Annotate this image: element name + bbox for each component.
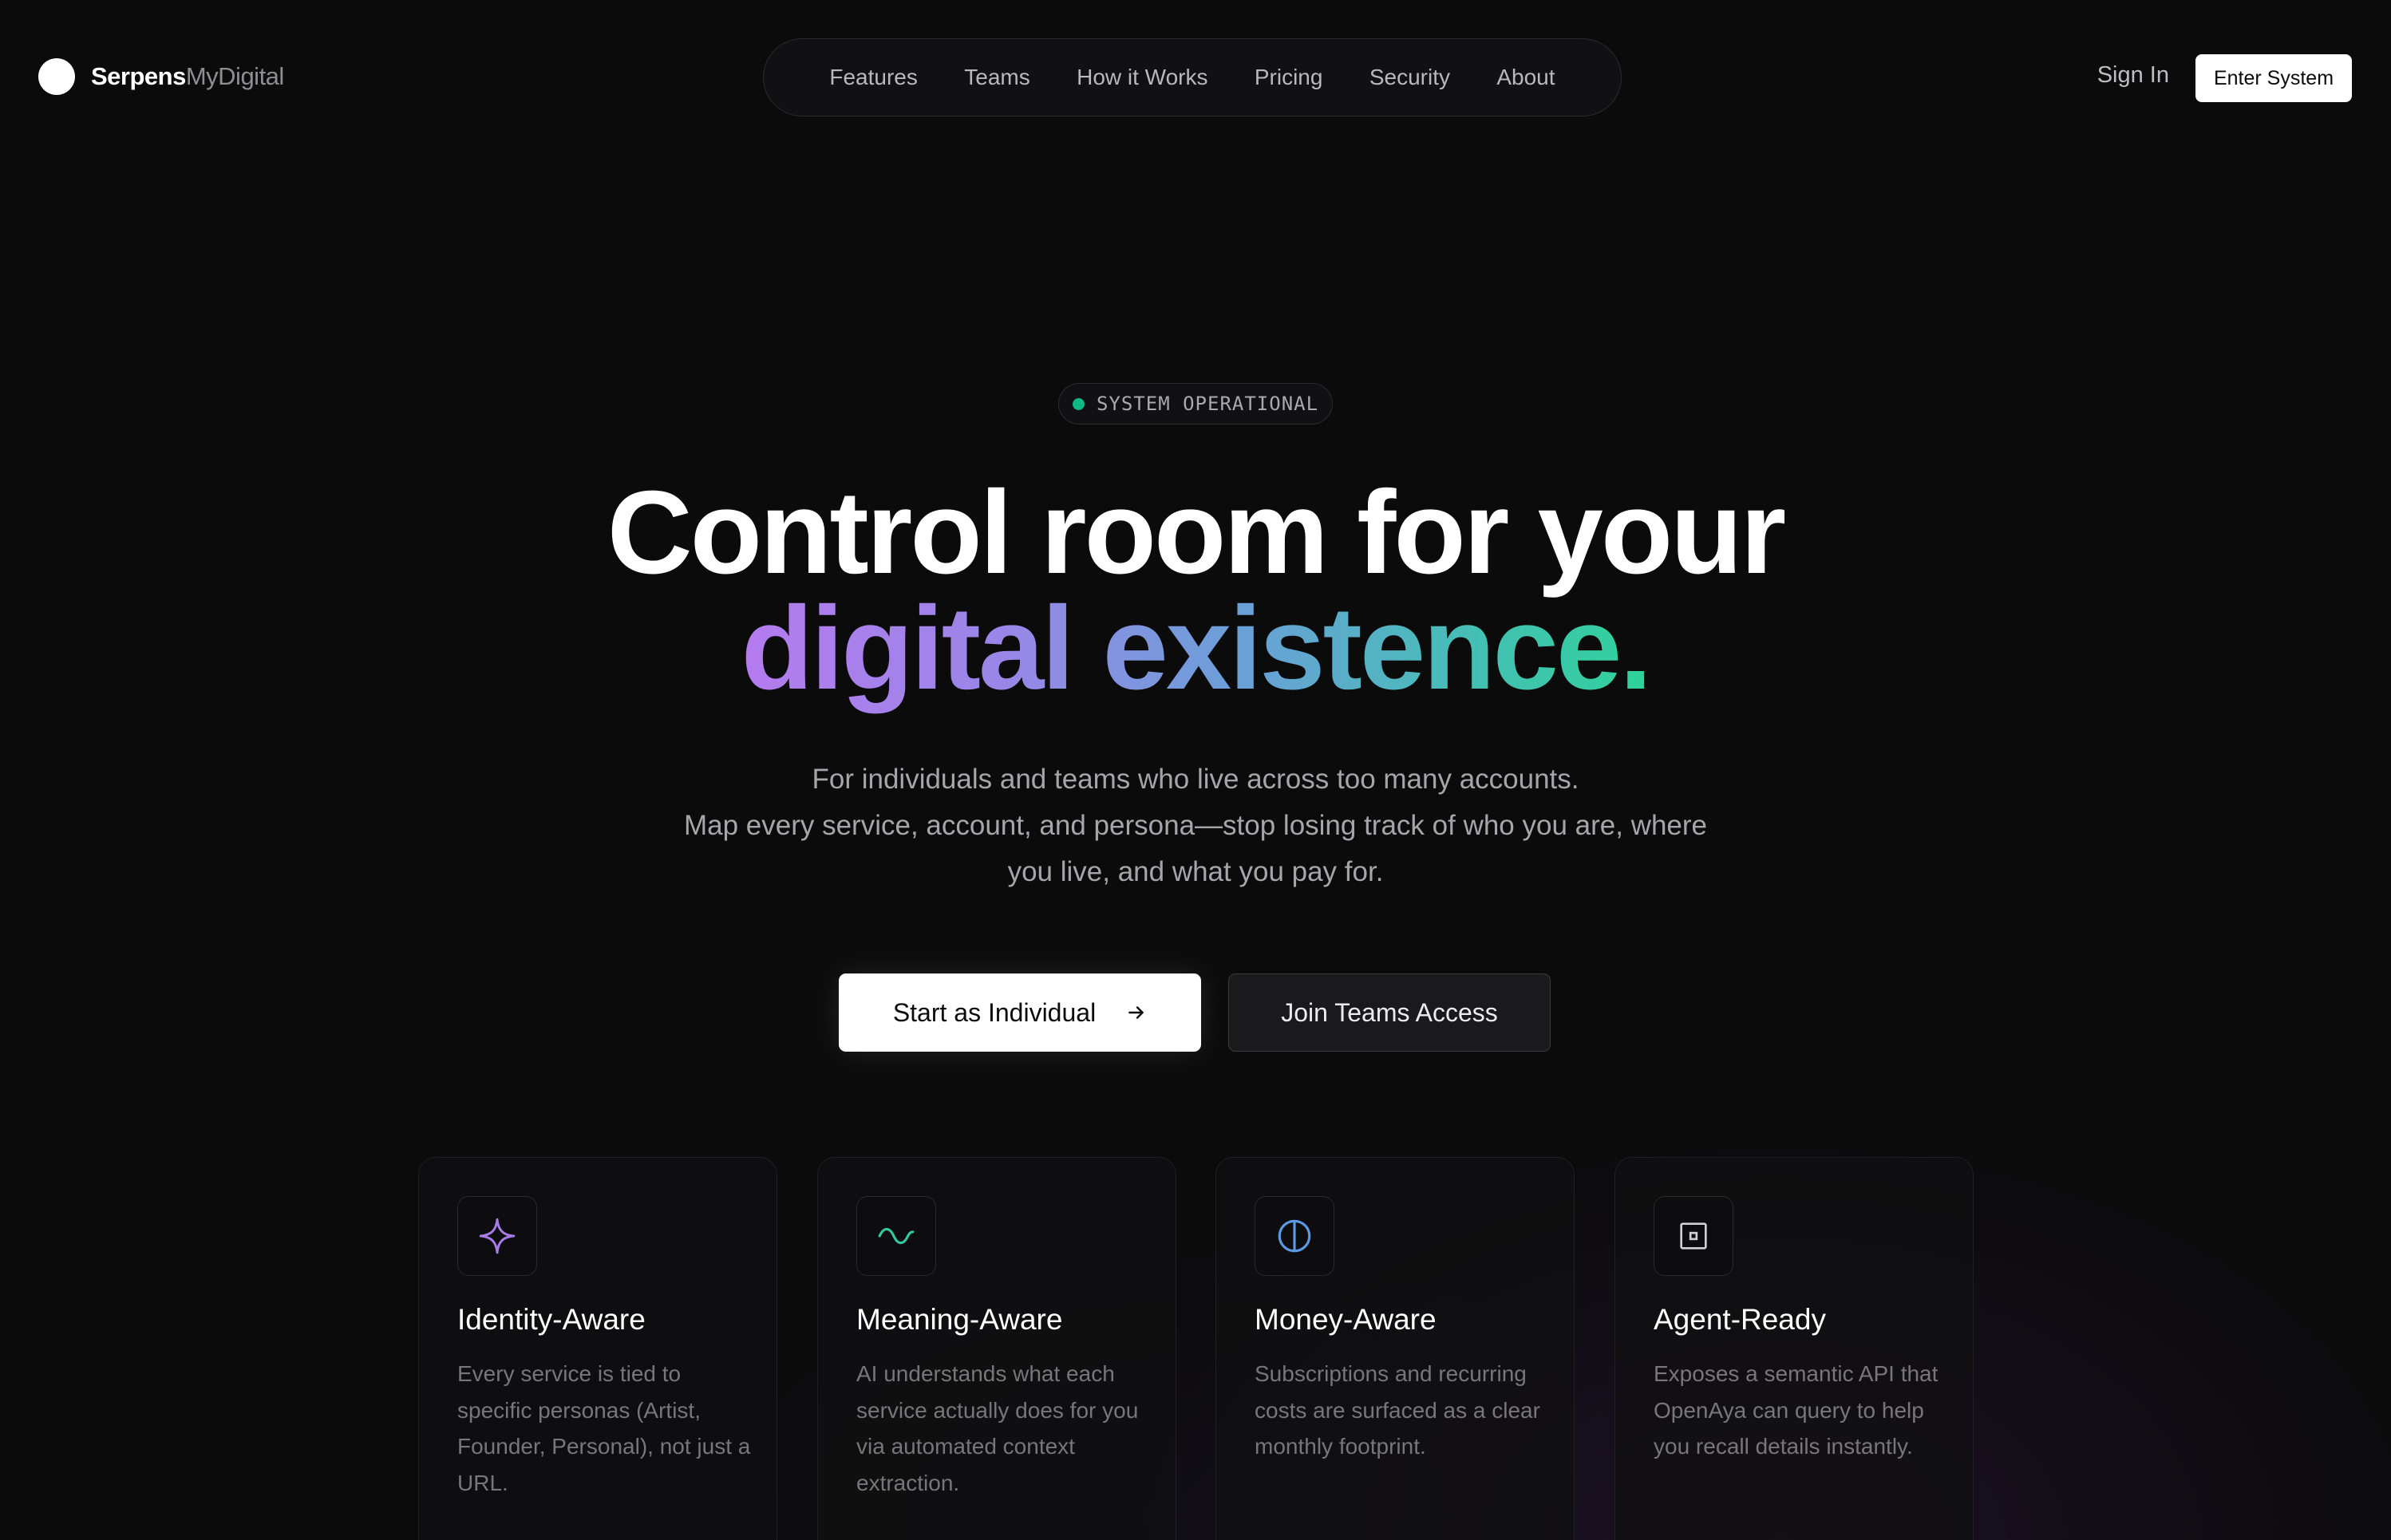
logo-light-text: MyDigital [185,62,284,90]
half-circle-icon [1278,1219,1311,1253]
nav-security[interactable]: Security [1369,65,1450,90]
arrow-right-icon [1128,1006,1144,1019]
nav-pricing[interactable]: Pricing [1255,65,1323,90]
feature-description: AI understands what each service actuall… [856,1361,1139,1495]
status-text: SYSTEM OPERATIONAL [1096,393,1319,415]
feature-title: Money-Aware [1255,1303,1437,1336]
main-nav: Features Teams How it Works Pricing Secu… [763,38,1622,116]
feature-description: Subscriptions and recurring costs are su… [1255,1361,1540,1459]
chip-icon [1680,1222,1707,1250]
feature-description: Exposes a semantic API that OpenAya can … [1654,1361,1938,1459]
hero-title-line-2: digital existence. [741,582,1653,714]
feature-card-identity: Identity-Aware Every service is tied to … [418,1157,777,1540]
feature-icon-box [457,1196,537,1276]
logo-mark-icon [38,58,75,95]
hero-title-line-1: Control room for your [607,467,1786,598]
nav-about[interactable]: About [1496,65,1555,90]
hero-subtitle-line-2: Map every service, account, and persona—… [683,810,1708,841]
status-badge: SYSTEM OPERATIONAL [1058,383,1333,424]
feature-title: Meaning-Aware [856,1303,1063,1336]
logo-bold-text: Serpens [91,62,186,90]
nav-features[interactable]: Features [829,65,918,90]
logo-wordmark: SerpensMyDigital [91,62,284,91]
hero-subtitle: For individuals and teams who live acros… [621,756,1770,895]
hero-subtitle-line-3: you live, and what you pay for. [1007,856,1384,887]
wave-icon [878,1227,915,1245]
sign-in-link[interactable]: Sign In [2097,62,2169,89]
enter-system-button[interactable]: Enter System [2195,54,2352,102]
hero-title: Control room for your digital existence. [0,467,2391,714]
join-teams-button[interactable]: Join Teams Access [1228,973,1551,1052]
feature-icon-box [1654,1196,1733,1276]
start-individual-button[interactable]: Start as Individual [839,973,1201,1052]
nav-how-it-works[interactable]: How it Works [1077,65,1207,90]
feature-icon-box [856,1196,936,1276]
feature-card-meaning: Meaning-Aware AI understands what each s… [817,1157,1176,1540]
feature-card-money: Money-Aware Subscriptions and recurring … [1215,1157,1575,1540]
feature-title: Identity-Aware [457,1303,646,1336]
logo[interactable]: SerpensMyDigital [38,58,284,95]
hero-subtitle-line-1: For individuals and teams who live acros… [812,764,1579,795]
sparkle-icon [479,1218,516,1254]
start-individual-label: Start as Individual [892,997,1097,1027]
landing-page: SerpensMyDigital Features Teams How it W… [0,0,2391,1540]
nav-teams[interactable]: Teams [964,65,1030,90]
feature-icon-box [1255,1196,1334,1276]
status-dot-icon [1072,397,1085,410]
feature-description: Every service is tied to specific person… [457,1361,751,1495]
feature-card-agent: Agent-Ready Exposes a semantic API that … [1614,1157,1974,1540]
feature-title: Agent-Ready [1654,1303,1826,1336]
